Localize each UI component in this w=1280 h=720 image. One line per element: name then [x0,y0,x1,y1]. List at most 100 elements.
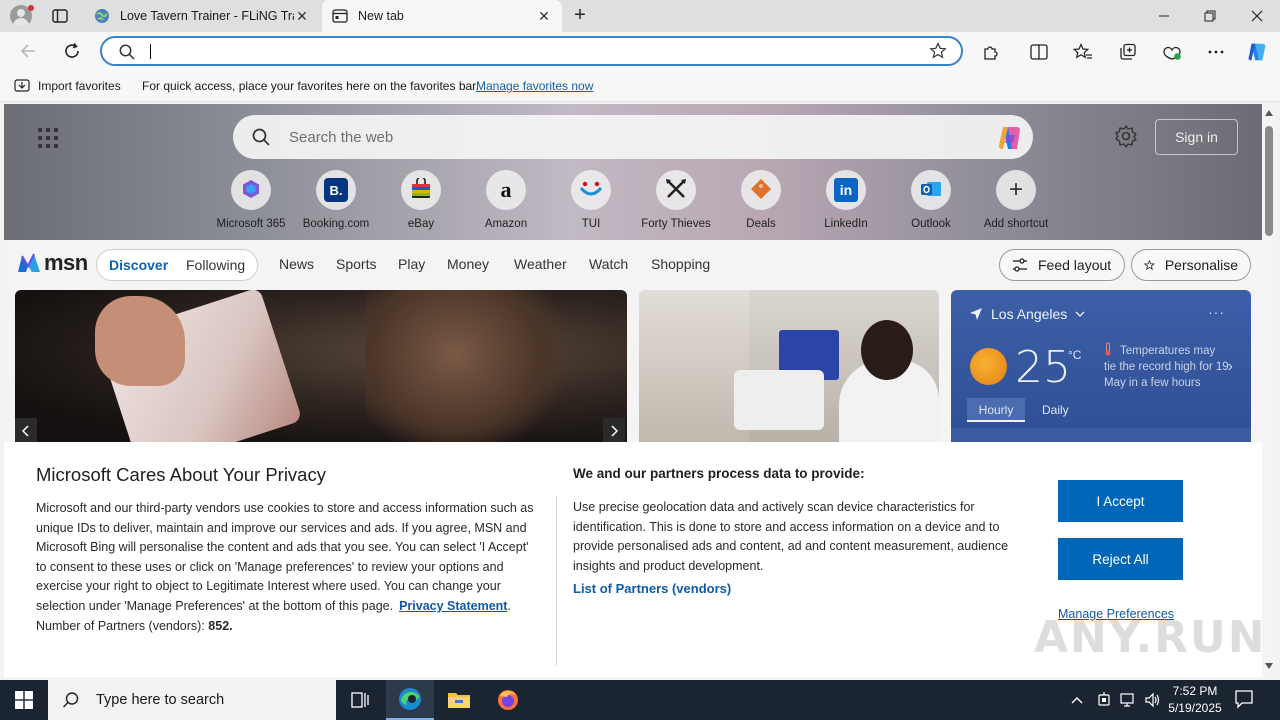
shortcut-label: Outlook [911,218,951,230]
taskbar-clock[interactable]: 7:52 PM 5/19/2025 [1164,683,1226,717]
taskbar-firefox[interactable] [484,680,532,720]
accept-button[interactable]: I Accept [1058,480,1183,522]
nav-money[interactable]: Money [447,256,489,272]
shortcut-outlook[interactable]: Outlook [889,170,973,230]
msn-logo[interactable]: msn [16,250,88,276]
favorite-star-icon[interactable] [929,42,947,63]
data-processing-title: We and our partners process data to prov… [573,466,865,481]
shortcut-forty-thieves[interactable]: Forty Thieves [634,170,718,230]
page-scrollbar[interactable] [1262,104,1276,677]
shortcut-amazon[interactable]: a Amazon [464,170,548,230]
new-tab-button[interactable]: + [568,5,592,27]
personalise-button[interactable]: Personalise [1131,249,1251,281]
tab-discover[interactable]: Discover [109,257,168,273]
browser-essentials-icon[interactable] [1161,41,1183,63]
privacy-title: Microsoft Cares About Your Privacy [36,464,326,485]
weather-temperature: 25 [1015,342,1071,393]
app-launcher-icon[interactable] [38,128,58,148]
tab-love-tavern[interactable]: Love Tavern Trainer - FLiNG Trainer ✕ [84,0,320,32]
scrollbar-thumb[interactable] [1265,126,1273,236]
address-bar[interactable] [100,36,963,66]
page-settings-icon[interactable] [1114,124,1138,151]
shortcut-tui[interactable]: TUI [549,170,633,230]
favorites-bar-message: For quick access, place your favorites h… [142,79,479,93]
weather-location[interactable]: Los Angeles [969,306,1085,322]
feed-layout-button[interactable]: Feed layout [999,249,1125,281]
more-menu-icon[interactable] [1205,41,1227,63]
chevron-up-icon[interactable] [1070,695,1084,705]
weather-card[interactable]: Los Angeles ··· 25 °C Temperatures may t… [951,290,1251,442]
close-window-button[interactable] [1234,0,1280,32]
clock-time: 7:52 PM [1172,684,1218,698]
tab-actions-icon[interactable] [48,6,72,26]
copilot-icon[interactable] [1246,41,1268,63]
chevron-right-icon[interactable]: › [1228,358,1233,376]
task-view-button[interactable] [336,680,384,720]
shortcut-microsoft-365[interactable]: Microsoft 365 [209,170,293,230]
split-screen-icon[interactable] [1028,41,1050,63]
nav-weather[interactable]: Weather [514,256,567,272]
taskbar-search-box[interactable]: Type here to search [48,680,336,720]
import-favorites-button[interactable]: Import favorites [14,78,121,93]
shortcut-label: Forty Thieves [641,218,711,230]
add-shortcut-button[interactable]: + Add shortcut [974,170,1058,230]
back-button[interactable] [16,39,40,63]
network-icon[interactable] [1120,692,1138,708]
weather-unit: °C [1068,348,1082,362]
taskbar-file-explorer[interactable] [435,680,483,720]
carousel-prev-button[interactable] [15,418,37,442]
extensions-icon[interactable] [980,41,1002,63]
news-card-lab[interactable] [639,290,939,442]
close-tab-icon[interactable]: ✕ [536,8,552,25]
reject-all-button[interactable]: Reject All [1058,538,1183,580]
scroll-up-arrow-icon[interactable] [1265,110,1273,116]
news-card-featured[interactable] [15,290,627,442]
scroll-down-arrow-icon[interactable] [1265,663,1273,669]
restore-button[interactable] [1187,0,1233,32]
notification-center-icon[interactable] [1234,689,1254,712]
refresh-button[interactable] [60,39,84,63]
taskbar-edge[interactable] [386,680,434,720]
privacy-body: Microsoft and our third-party vendors us… [36,501,534,633]
tab-new-tab[interactable]: New tab ✕ [322,0,562,32]
close-tab-icon[interactable]: ✕ [294,8,310,25]
ebay-icon [409,175,433,203]
nav-watch[interactable]: Watch [589,256,628,272]
search-icon [63,692,79,708]
sign-in-button[interactable]: Sign in [1155,119,1238,155]
weather-location-label: Los Angeles [991,306,1068,322]
more-options-icon[interactable]: ··· [1208,304,1225,320]
weather-tab-hourly[interactable]: Hourly [967,398,1025,422]
tab-following[interactable]: Following [186,257,245,273]
shortcut-linkedin[interactable]: in LinkedIn [804,170,888,230]
carousel-next-button[interactable] [603,418,625,442]
favorites-bar: Import favorites For quick access, place… [0,70,1280,102]
battery-plug-icon[interactable] [1096,692,1114,708]
collections-icon[interactable] [1117,41,1139,63]
nav-sports[interactable]: Sports [336,256,376,272]
list-of-partners-link[interactable]: List of Partners (vendors) [573,581,731,596]
nav-news[interactable]: News [279,256,314,272]
shortcut-ebay[interactable]: eBay [379,170,463,230]
shortcut-booking[interactable]: B. Booking.com [294,170,378,230]
taskbar-search-placeholder: Type here to search [96,692,225,708]
minimize-button[interactable] [1141,0,1187,32]
shortcut-deals[interactable]: Deals [719,170,803,230]
nav-play[interactable]: Play [398,256,425,272]
copilot-search-icon[interactable] [995,123,1025,153]
msn-butterfly-icon [18,253,40,272]
weather-tab-daily[interactable]: Daily [1042,398,1069,422]
text-caret [150,44,151,59]
booking-icon: B. [324,178,348,202]
start-button[interactable] [0,680,48,720]
weather-alert[interactable]: Temperatures may tie the record high for… [1104,342,1229,391]
nav-shopping[interactable]: Shopping [651,256,710,272]
favorites-icon[interactable] [1072,41,1094,63]
outlook-icon [920,179,942,202]
manage-favorites-link[interactable]: Manage favorites now [476,79,593,93]
privacy-statement-link[interactable]: Privacy Statement [399,599,507,613]
web-search-box[interactable]: Search the web [233,115,1033,159]
globe-icon [94,8,110,24]
volume-icon[interactable] [1144,692,1162,708]
manage-preferences-link[interactable]: Manage Preferences [1058,607,1174,621]
